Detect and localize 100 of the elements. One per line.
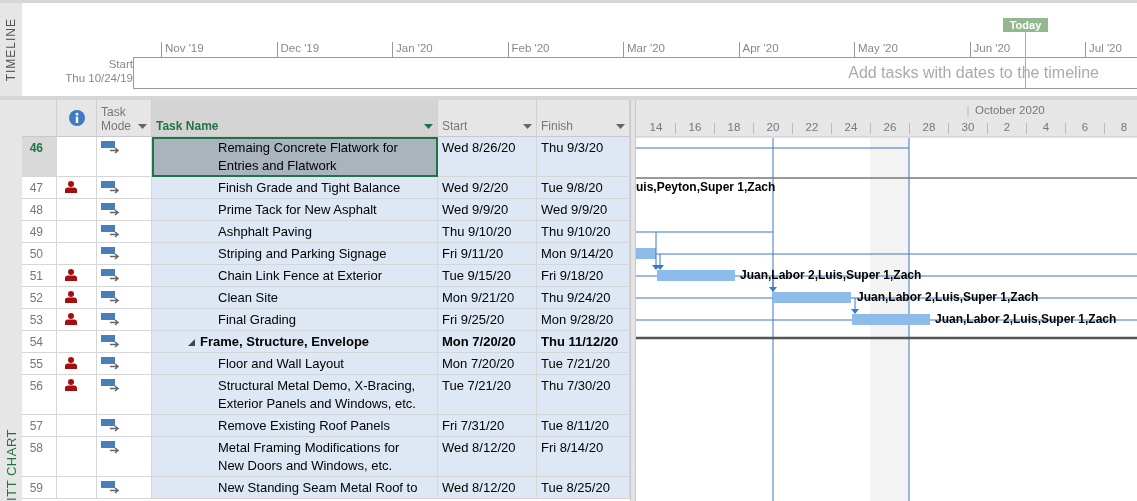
row-number[interactable]: 46 bbox=[22, 137, 57, 177]
row-number[interactable]: 54 bbox=[22, 331, 57, 353]
task-name-cell[interactable]: Structural Metal Demo, X-Bracing, Exterior Panels and Windows, etc. bbox=[152, 375, 438, 415]
row-number[interactable]: 56 bbox=[22, 375, 57, 415]
finish-date-cell: Tue 7/21/20 bbox=[537, 353, 630, 375]
row-number[interactable]: 53 bbox=[22, 309, 57, 331]
month-label: Dec '19 bbox=[276, 42, 392, 57]
month-label: October 2020 bbox=[975, 104, 1045, 116]
task-mode-icon bbox=[101, 419, 120, 432]
task-name-cell[interactable]: Ashphalt Paving bbox=[152, 221, 438, 243]
task-mode-icon bbox=[101, 181, 120, 194]
column-header[interactable]: Finish bbox=[537, 100, 630, 137]
task-name-cell[interactable]: Chain Link Fence at Exterior bbox=[152, 265, 438, 287]
day-label: 18 bbox=[727, 121, 741, 133]
task-mode-icon bbox=[101, 247, 120, 260]
row-number[interactable]: 51 bbox=[22, 265, 57, 287]
day-label: 2 bbox=[1003, 121, 1011, 133]
timeline-label: TIMELINE bbox=[4, 17, 18, 82]
month-label: Mar '20 bbox=[623, 42, 739, 57]
task-name-cell[interactable]: Final Grading bbox=[152, 309, 438, 331]
start-date-cell: Tue 7/21/20 bbox=[438, 375, 537, 415]
start-label: Start bbox=[108, 57, 133, 71]
row-number[interactable]: 48 bbox=[22, 199, 57, 221]
resource-label: uis,Peyton,Super 1,Zach bbox=[636, 180, 776, 194]
task-name-cell[interactable]: Frame, Structure, Envelope bbox=[152, 331, 438, 353]
day-label: 14 bbox=[649, 121, 663, 133]
start-date-cell: Fri 9/25/20 bbox=[438, 309, 537, 331]
day-label: 30 bbox=[961, 121, 975, 133]
task-mode-icon bbox=[101, 225, 120, 238]
task-name-cell[interactable]: Clean Site bbox=[152, 287, 438, 309]
day-label: 28 bbox=[922, 121, 936, 133]
person-icon bbox=[65, 379, 77, 391]
task-name-cell[interactable]: Prime Tack for New Asphalt bbox=[152, 199, 438, 221]
person-icon bbox=[65, 291, 77, 303]
day-label: 26 bbox=[883, 121, 897, 133]
resource-label: Juan,Labor 2,Luis,Super 1,Zach bbox=[935, 312, 1117, 326]
start-date-cell: Mon 7/20/20 bbox=[438, 331, 537, 353]
finish-date-cell: Tue 9/8/20 bbox=[537, 177, 630, 199]
collapse-icon[interactable] bbox=[188, 339, 195, 347]
start-date-cell: Wed 8/12/20 bbox=[438, 477, 537, 499]
task-mode-icon bbox=[101, 313, 120, 326]
finish-date-cell: Mon 9/28/20 bbox=[537, 309, 630, 331]
start-date-cell: Thu 9/10/20 bbox=[438, 221, 537, 243]
caret-icon[interactable] bbox=[138, 124, 147, 129]
day-label: 8 bbox=[1120, 121, 1128, 133]
column-header[interactable]: Task Name bbox=[152, 100, 438, 137]
finish-date-cell: Tue 8/25/20 bbox=[537, 477, 630, 499]
task-mode-icon bbox=[101, 203, 120, 216]
task-mode-icon bbox=[101, 291, 120, 304]
info-icon bbox=[68, 110, 85, 126]
caret-icon[interactable] bbox=[424, 124, 433, 129]
month-label: May '20 bbox=[854, 42, 970, 57]
day-label: 20 bbox=[766, 121, 780, 133]
task-name-cell[interactable]: New Standing Seam Metal Roof to bbox=[152, 477, 438, 499]
start-date: Thu 10/24/19 bbox=[65, 71, 133, 85]
start-date-cell: Tue 9/15/20 bbox=[438, 265, 537, 287]
column-header[interactable]: Start bbox=[438, 100, 537, 137]
task-name-cell[interactable]: Finish Grade and Tight Balance bbox=[152, 177, 438, 199]
month-label: Jul '20 bbox=[1085, 42, 1137, 57]
resource-label: Juan,Labor 2,Luis,Super 1,Zach bbox=[857, 290, 1039, 304]
row-number[interactable]: 49 bbox=[22, 221, 57, 243]
start-date-cell: Mon 7/20/20 bbox=[438, 353, 537, 375]
finish-date-cell: Mon 9/14/20 bbox=[537, 243, 630, 265]
month-label: Feb '20 bbox=[507, 42, 623, 57]
finish-date-cell: Tue 8/11/20 bbox=[537, 415, 630, 437]
person-icon bbox=[65, 269, 77, 281]
person-icon bbox=[65, 313, 77, 325]
finish-date-cell: Thu 11/12/20 bbox=[537, 331, 630, 353]
finish-date-cell: Thu 9/3/20 bbox=[537, 137, 630, 177]
row-number[interactable]: 57 bbox=[22, 415, 57, 437]
finish-date-cell: Thu 9/24/20 bbox=[537, 287, 630, 309]
finish-date-cell: Wed 9/9/20 bbox=[537, 199, 630, 221]
finish-date-cell: Fri 9/18/20 bbox=[537, 265, 630, 287]
day-label: 16 bbox=[688, 121, 702, 133]
start-date-cell: Fri 9/11/20 bbox=[438, 243, 537, 265]
caret-icon[interactable] bbox=[616, 124, 625, 129]
row-number[interactable]: 55 bbox=[22, 353, 57, 375]
row-number[interactable]: 50 bbox=[22, 243, 57, 265]
month-label: Jan '20 bbox=[392, 42, 508, 57]
column-header[interactable]: Task Mode bbox=[97, 100, 152, 137]
task-mode-icon bbox=[101, 141, 120, 154]
row-number[interactable]: 47 bbox=[22, 177, 57, 199]
month-label: Nov '19 bbox=[161, 42, 277, 57]
row-number[interactable]: 52 bbox=[22, 287, 57, 309]
task-mode-icon bbox=[101, 357, 120, 370]
task-name-cell[interactable]: Floor and Wall Layout bbox=[152, 353, 438, 375]
row-number[interactable]: 58 bbox=[22, 437, 57, 477]
resource-label: Juan,Labor 2,Luis,Super 1,Zach bbox=[740, 268, 922, 282]
task-name-cell[interactable]: Remove Existing Roof Panels bbox=[152, 415, 438, 437]
task-name-cell[interactable]: Striping and Parking Signage bbox=[152, 243, 438, 265]
caret-icon[interactable] bbox=[523, 124, 532, 129]
start-date-cell: Wed 9/2/20 bbox=[438, 177, 537, 199]
day-label: 4 bbox=[1042, 121, 1050, 133]
task-name-cell[interactable]: Metal Framing Modifications for New Doors and Windows, etc. bbox=[152, 437, 438, 477]
row-number[interactable]: 59 bbox=[22, 477, 57, 499]
start-date-cell: Wed 8/12/20 bbox=[438, 437, 537, 477]
task-mode-icon bbox=[101, 441, 120, 454]
task-name-cell[interactable]: Remaing Concrete Flatwork for Entries and Flatwork bbox=[152, 137, 438, 177]
finish-date-cell: Thu 9/10/20 bbox=[537, 221, 630, 243]
task-mode-icon bbox=[101, 481, 120, 494]
